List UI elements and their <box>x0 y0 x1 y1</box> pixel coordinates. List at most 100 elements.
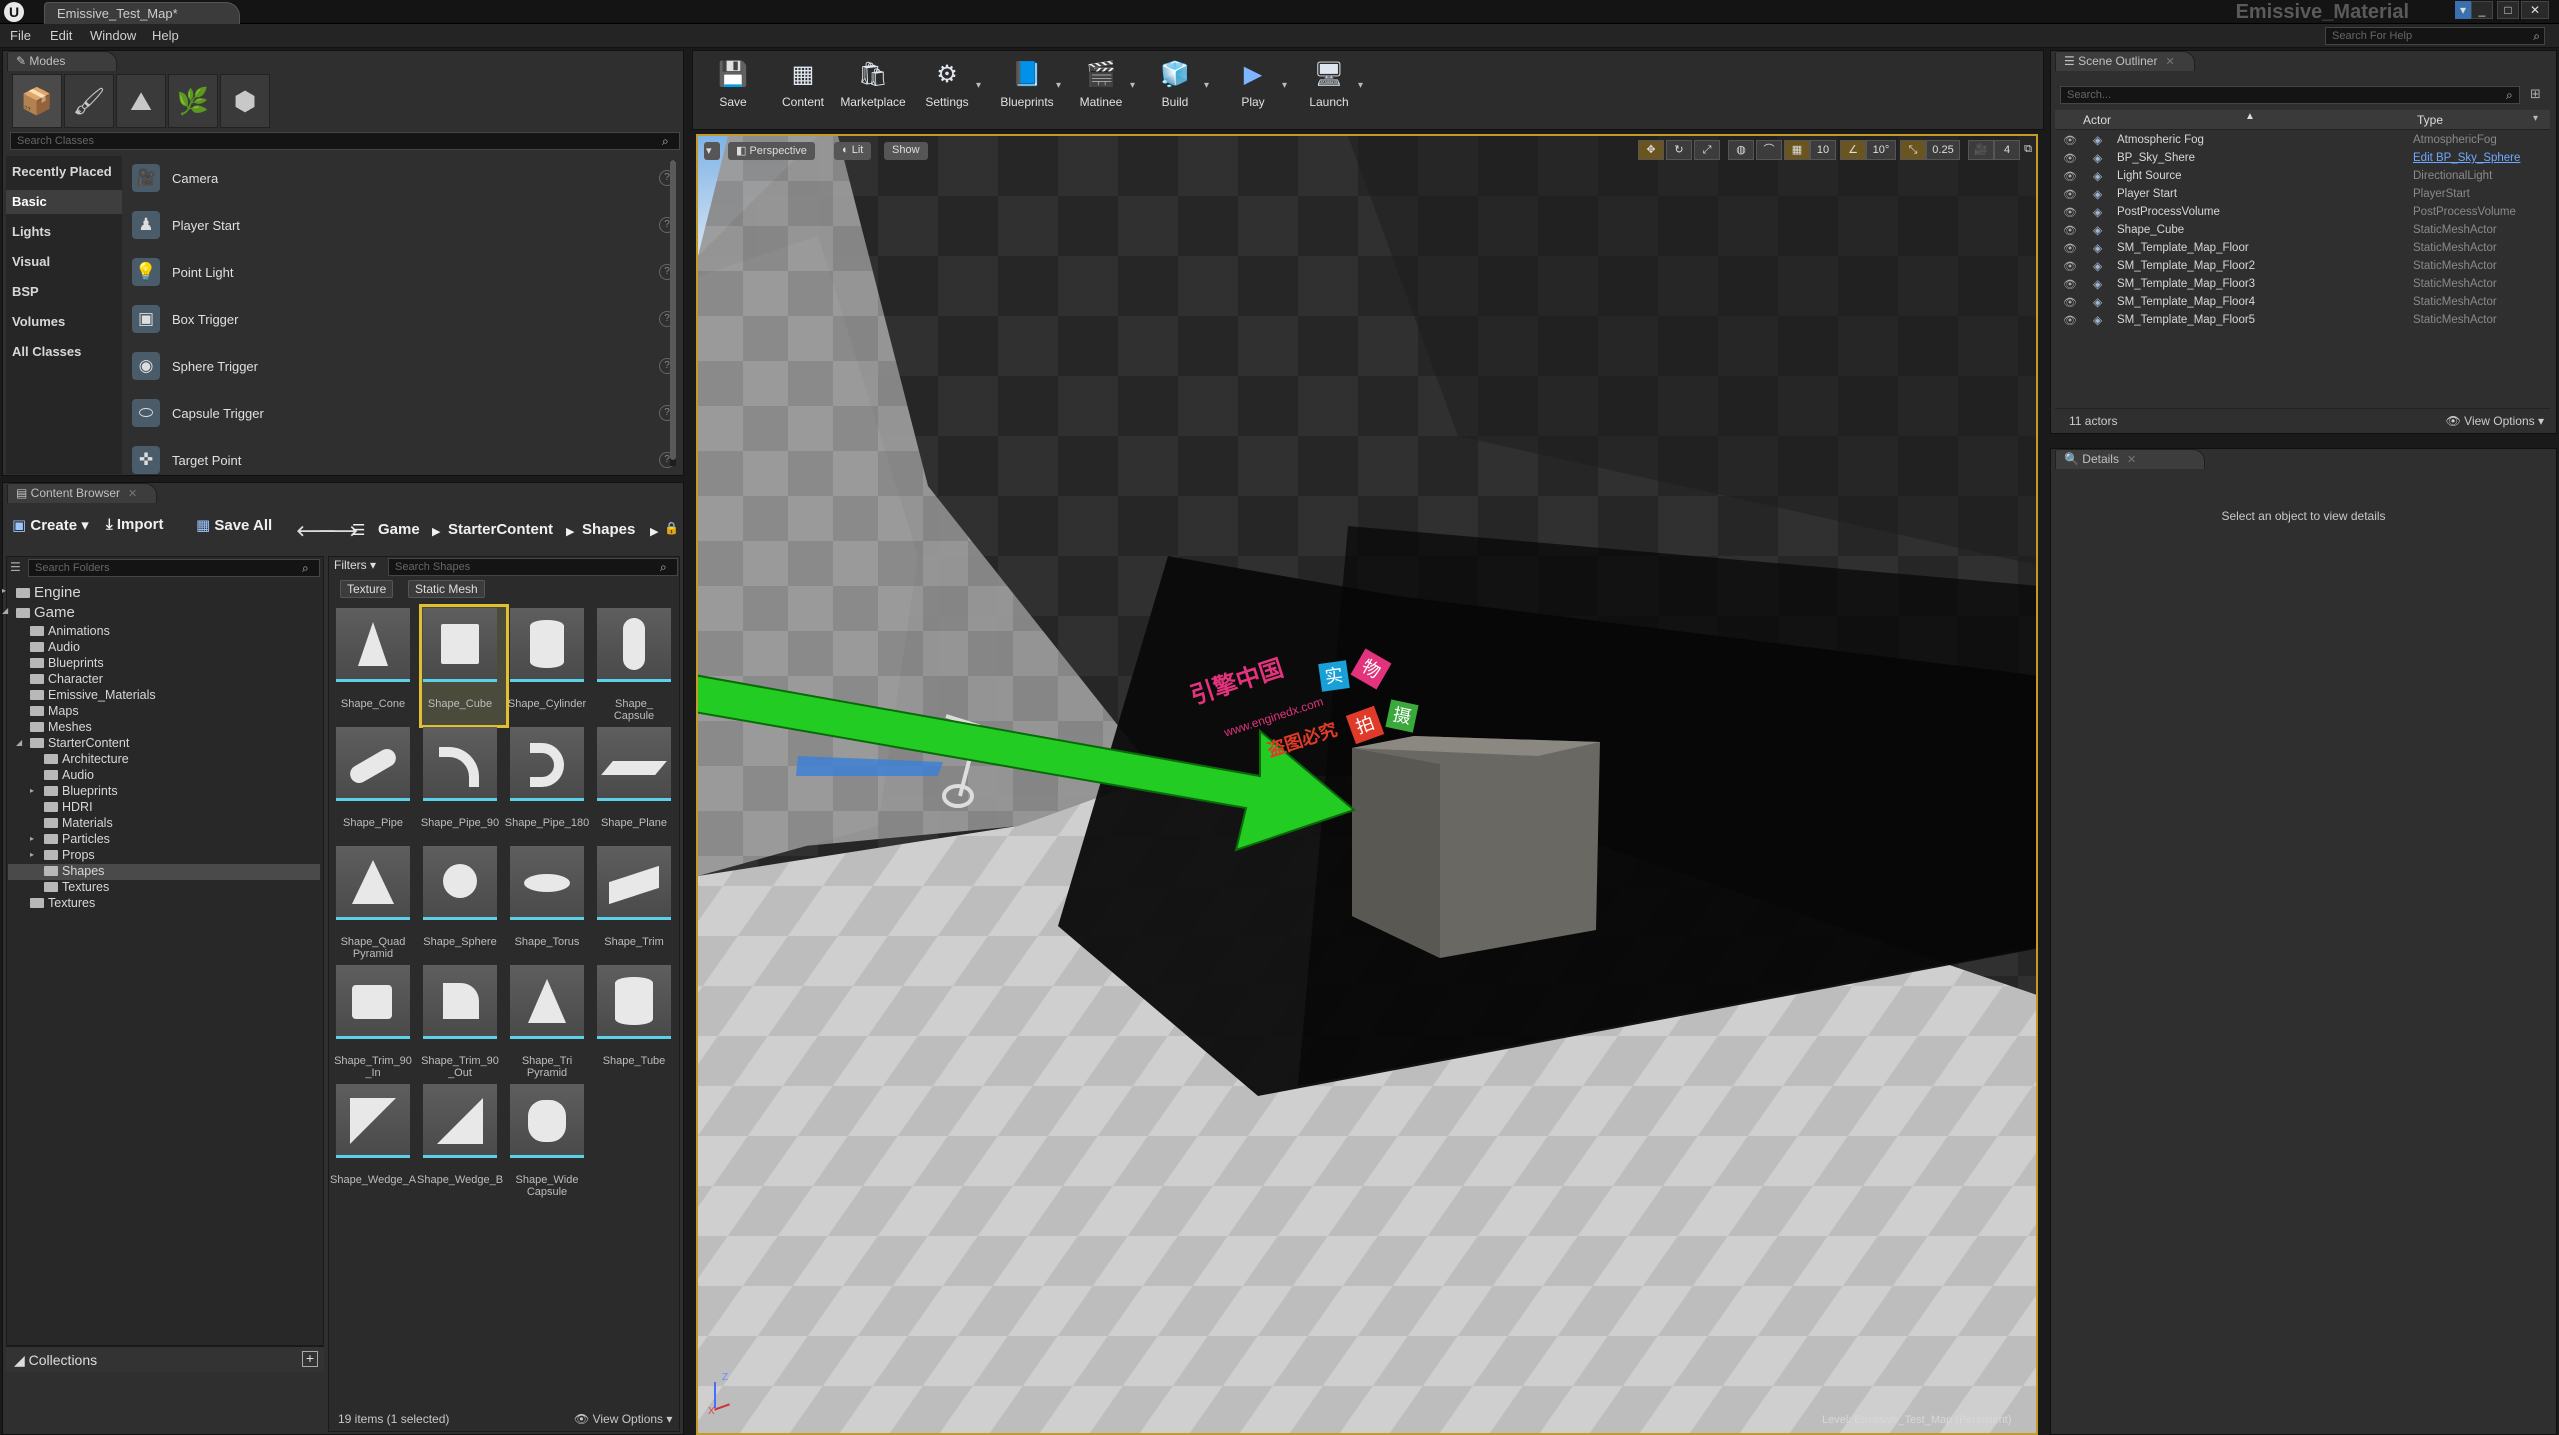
asset-shape-wedge-a[interactable]: Shape_Wedge_A <box>330 1084 416 1196</box>
view-options-button[interactable]: 👁 View Options ▾ <box>574 1412 672 1426</box>
visibility-eye-icon[interactable]: 👁 <box>2063 134 2077 147</box>
place-item-target-point[interactable]: ✜ Target Point ? <box>130 440 675 484</box>
landscape-mode-icon[interactable]: ⛰ <box>116 74 166 128</box>
tree-folder-shapes[interactable]: Shapes <box>44 864 104 878</box>
type-column-header[interactable]: Type <box>2417 113 2443 127</box>
tree-folder-textures[interactable]: Textures <box>44 880 109 894</box>
visibility-eye-icon[interactable]: 👁 <box>2063 260 2077 273</box>
maximize-button[interactable]: □ <box>2497 1 2519 19</box>
menu-file[interactable]: File <box>10 28 31 43</box>
category-recently-placed[interactable]: Recently Placed <box>12 164 112 179</box>
translate-tool-icon[interactable]: ✥ <box>1638 140 1664 160</box>
search-classes-input[interactable]: Search Classes <box>10 132 680 150</box>
place-item-box-trigger[interactable]: ▣ Box Trigger ? <box>130 299 675 343</box>
lock-icon[interactable]: 🔒 <box>664 521 679 535</box>
visibility-eye-icon[interactable]: 👁 <box>2063 296 2077 309</box>
outliner-row[interactable]: 👁 ◈ Shape_Cube StaticMeshActor <box>2055 222 2550 240</box>
breadcrumb-game[interactable]: Game <box>378 521 420 538</box>
tree-folder-emissive-materials[interactable]: Emissive_Materials <box>30 688 156 702</box>
filters-button[interactable]: Filters ▾ <box>334 558 376 572</box>
maximize-viewport-icon[interactable]: ⧉ <box>2020 140 2036 160</box>
place-item-camera[interactable]: 🎥 Camera ? <box>130 158 675 202</box>
tree-toggle-icon[interactable]: ☰ <box>352 521 365 539</box>
breadcrumb-startercontent[interactable]: StarterContent <box>448 521 553 538</box>
asset-shape-pipe-180[interactable]: Shape_Pipe_180 <box>505 727 590 839</box>
asset-shape-torus[interactable]: Shape_Torus <box>510 846 590 958</box>
dropdown-icon[interactable]: ▾ <box>1282 80 1287 91</box>
tree-folder-audio[interactable]: Audio <box>30 640 80 654</box>
asset-shape-cube[interactable]: Shape_Cube <box>423 608 503 720</box>
dropdown-icon[interactable]: ▾ <box>1204 80 1209 91</box>
asset-shape-sphere[interactable]: Shape_Sphere <box>423 846 503 958</box>
visibility-eye-icon[interactable]: 👁 <box>2063 206 2077 219</box>
outliner-search-input[interactable]: Search... <box>2060 86 2520 104</box>
asset-shape-pipe[interactable]: Shape_Pipe <box>336 727 416 839</box>
visibility-eye-icon[interactable]: 👁 <box>2063 170 2077 183</box>
asset-shape-widecapsule[interactable]: Shape_Wide Capsule <box>510 1084 590 1198</box>
tree-folder-animations[interactable]: Animations <box>30 624 110 638</box>
asset-shape-tripyramid[interactable]: Shape_Tri Pyramid <box>510 965 590 1079</box>
tree-folder-meshes[interactable]: Meshes <box>30 720 92 734</box>
outliner-row[interactable]: 👁 ◈ SM_Template_Map_Floor2 StaticMeshAct… <box>2055 258 2550 276</box>
create-button[interactable]: ▣ Create ▾ <box>12 516 89 546</box>
visibility-eye-icon[interactable]: 👁 <box>2063 314 2077 327</box>
toolbar-content-button[interactable]: ▦ Content <box>768 56 838 114</box>
outliner-row[interactable]: 👁 ◈ SM_Template_Map_Floor4 StaticMeshAct… <box>2055 294 2550 312</box>
close-tab-icon[interactable]: ✕ <box>2165 56 2174 68</box>
dropdown-icon[interactable]: ▾ <box>976 80 981 91</box>
category-bsp[interactable]: BSP <box>12 284 39 299</box>
tree-folder-startercontent[interactable]: StarterContent <box>30 736 129 750</box>
search-shapes-input[interactable]: Search Shapes <box>388 558 678 576</box>
place-mode-icon[interactable]: 📦 <box>12 74 62 128</box>
outliner-row[interactable]: 👁 ◈ SM_Template_Map_Floor5 StaticMeshAct… <box>2055 312 2550 330</box>
surface-snap-icon[interactable]: ⌒ <box>1756 140 1782 160</box>
place-item-player-start[interactable]: ♟ Player Start ? <box>130 205 675 249</box>
place-item-sphere-trigger[interactable]: ◉ Sphere Trigger ? <box>130 346 675 390</box>
category-visual[interactable]: Visual <box>12 254 50 269</box>
perspective-button[interactable]: ◧ Perspective <box>728 142 815 160</box>
tree-expander-icon[interactable]: ◢ <box>2 606 8 615</box>
toolbar-marketplace-button[interactable]: 🛍 Marketplace <box>838 56 908 114</box>
menu-edit[interactable]: Edit <box>50 28 72 43</box>
dropdown-icon[interactable]: ▾ <box>1358 80 1363 91</box>
dropdown-icon[interactable]: ▾ <box>1130 80 1135 91</box>
content-browser-tab[interactable]: ▤ Content Browser ✕ <box>7 483 157 503</box>
camera-speed-icon[interactable]: 🎥 <box>1968 140 1994 160</box>
rotate-tool-icon[interactable]: ↻ <box>1666 140 1692 160</box>
world-local-icon[interactable]: ◍ <box>1728 140 1754 160</box>
asset-shape-pipe-90[interactable]: Shape_Pipe_90 <box>421 727 503 839</box>
asset-shape-quadpyramid[interactable]: Shape_Quad Pyramid <box>336 846 416 960</box>
tree-folder-blueprints[interactable]: Blueprints <box>30 656 104 670</box>
tree-expander-icon[interactable]: ▸ <box>2 586 6 595</box>
scene-outliner-tab[interactable]: ☰ Scene Outliner ✕ <box>2055 51 2195 71</box>
tree-folder-hdri[interactable]: HDRI <box>44 800 93 814</box>
asset-shape-tube[interactable]: Shape_Tube <box>597 965 677 1077</box>
tree-options-icon[interactable]: ☰ <box>10 560 21 574</box>
visibility-eye-icon[interactable]: 👁 <box>2063 242 2077 255</box>
place-item-point-light[interactable]: 💡 Point Light ? <box>130 252 675 296</box>
collections-header[interactable]: ◢ Collections + <box>6 1346 324 1372</box>
outliner-row[interactable]: 👁 ◈ Atmospheric Fog AtmosphericFog <box>2055 132 2550 150</box>
visibility-eye-icon[interactable]: 👁 <box>2063 188 2077 201</box>
close-tab-icon[interactable]: ✕ <box>2127 454 2136 466</box>
asset-shape-trim[interactable]: Shape_Trim <box>597 846 677 958</box>
breadcrumb-shapes[interactable]: Shapes <box>582 521 635 538</box>
tree-folder-textures[interactable]: Textures <box>30 896 95 910</box>
asset-shape-cylinder[interactable]: Shape_Cylinder <box>508 608 590 720</box>
toolbar-launch-button[interactable]: 🖥 Launch <box>1294 56 1364 114</box>
toolbar-save-button[interactable]: 💾 Save <box>698 56 768 114</box>
tree-folder-engine[interactable]: Engine <box>16 584 81 601</box>
tree-folder-architecture[interactable]: Architecture <box>44 752 129 766</box>
foliage-mode-icon[interactable]: 🌿 <box>168 74 218 128</box>
close-button[interactable]: ✕ <box>2521 1 2549 19</box>
outliner-row[interactable]: 👁 ◈ SM_Template_Map_Floor StaticMeshActo… <box>2055 240 2550 258</box>
category-volumes[interactable]: Volumes <box>12 314 65 329</box>
menu-help[interactable]: Help <box>152 28 179 43</box>
asset-shape-trim-90-out[interactable]: Shape_Trim_90 _Out <box>421 965 503 1079</box>
column-dropdown-icon[interactable]: ▾ <box>2533 113 2538 124</box>
toolbar-blueprints-button[interactable]: 📘 Blueprints <box>992 56 1062 114</box>
tree-folder-particles[interactable]: Particles <box>44 832 110 846</box>
actor-column-header[interactable]: Actor <box>2083 113 2111 127</box>
level-viewport[interactable]: 引擎中国 www.enginedx.com 盗图必究 实 物 拍 摄 ▾ ◧ P… <box>696 134 2038 1435</box>
minimize-button[interactable]: _ <box>2471 1 2493 19</box>
